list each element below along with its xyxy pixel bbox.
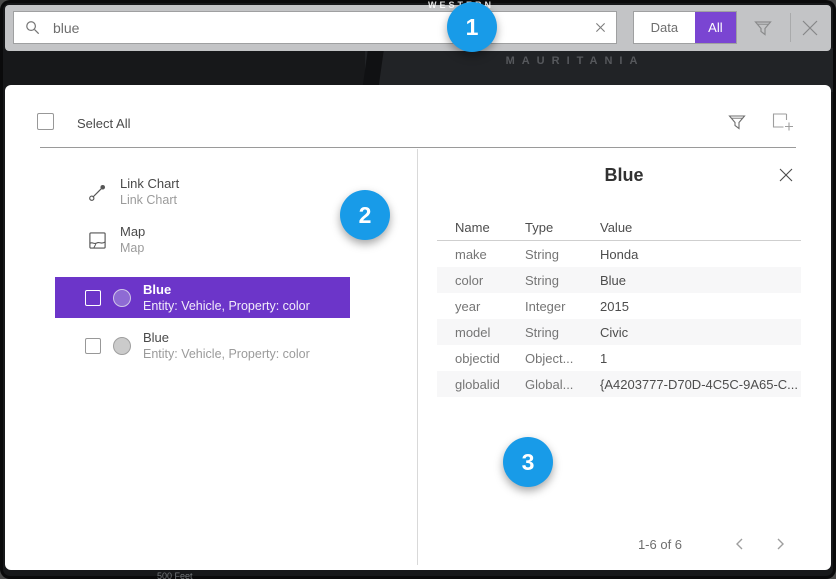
search-input[interactable] [51,19,585,37]
cell-name: color [455,273,525,288]
toolbar-divider [790,13,791,42]
search-field-container [13,11,586,44]
close-search-icon[interactable] [799,17,821,39]
table-row: model String Civic [437,319,801,345]
select-all-checkbox[interactable] [37,113,54,130]
result-item-blue-selected[interactable]: Blue Entity: Vehicle, Property: color [55,277,350,318]
entity-dot-icon [113,289,131,307]
annotation-step-1: 1 [447,2,497,52]
data-all-toggle: Data All [633,11,737,44]
annotation-step-3: 3 [503,437,553,487]
detail-title: Blue [417,165,831,186]
filter-icon[interactable] [753,18,773,38]
result-subtitle: Link Chart [120,192,179,208]
cell-type: String [525,273,600,288]
chevron-left-icon[interactable] [732,536,748,552]
add-to-selection-icon[interactable] [771,112,795,133]
table-row: objectid Object... 1 [437,345,801,371]
table-row: year Integer 2015 [437,293,801,319]
map-icon [88,231,107,250]
search-toolbar: Data All [5,5,831,51]
result-checkbox[interactable] [85,290,101,306]
search-icon [25,20,40,35]
cell-type: Object... [525,351,600,366]
detail-close-icon[interactable] [777,166,795,184]
map-scale-label: 500 Feet [157,571,193,579]
cell-type: Integer [525,299,600,314]
result-title: Link Chart [120,176,179,192]
annotation-step-2: 2 [340,190,390,240]
select-all-label: Select All [77,116,130,131]
cell-name: model [455,325,525,340]
table-row: make String Honda [437,241,801,267]
cell-type: Global... [525,377,600,392]
toggle-option-all[interactable]: All [695,12,736,43]
result-subtitle: Entity: Vehicle, Property: color [143,298,310,314]
result-item-link-chart[interactable]: Link Chart Link Chart [88,173,179,211]
cell-value: Blue [600,273,801,288]
pagination-label: 1-6 of 6 [595,537,725,552]
result-item-map[interactable]: Map Map [88,221,145,259]
clear-search-button[interactable] [585,11,617,44]
search-results-panel: Select All Link Chart Link Chart [5,85,831,570]
result-title: Blue [143,330,310,346]
cell-name: make [455,247,525,262]
cell-value: 1 [600,351,801,366]
search-overlay-window: WESTERN MAURITANIA 500 Feet Data All [0,0,836,579]
table-row: globalid Global... {A4203777-D70D-4C5C-9… [437,371,801,397]
panel-divider [40,147,796,148]
table-header-row: Name Type Value [437,215,801,241]
cell-value: Honda [600,247,801,262]
result-title: Blue [143,282,310,298]
result-subtitle: Entity: Vehicle, Property: color [143,346,310,362]
toggle-option-data[interactable]: Data [634,12,695,43]
cell-name: year [455,299,525,314]
entity-dot-icon [113,337,131,355]
clear-icon [595,22,606,33]
cell-value: {A4203777-D70D-4C5C-9A65-C... [600,377,801,392]
column-header-type: Type [525,220,600,235]
cell-name: objectid [455,351,525,366]
list-detail-divider [417,149,418,565]
result-subtitle: Map [120,240,145,256]
cell-type: String [525,325,600,340]
results-filter-icon[interactable] [727,112,747,132]
link-chart-icon [88,183,107,202]
cell-name: globalid [455,377,525,392]
column-header-value: Value [600,220,801,235]
cell-value: Civic [600,325,801,340]
result-item-blue[interactable]: Blue Entity: Vehicle, Property: color [55,325,350,366]
cell-value: 2015 [600,299,801,314]
result-checkbox[interactable] [85,338,101,354]
column-header-name: Name [455,220,525,235]
attribute-table: Name Type Value make String Honda color … [437,215,801,397]
table-row: color String Blue [437,267,801,293]
chevron-right-icon[interactable] [772,536,788,552]
result-title: Map [120,224,145,240]
cell-type: String [525,247,600,262]
map-label-mauritania: MAURITANIA [440,55,710,67]
